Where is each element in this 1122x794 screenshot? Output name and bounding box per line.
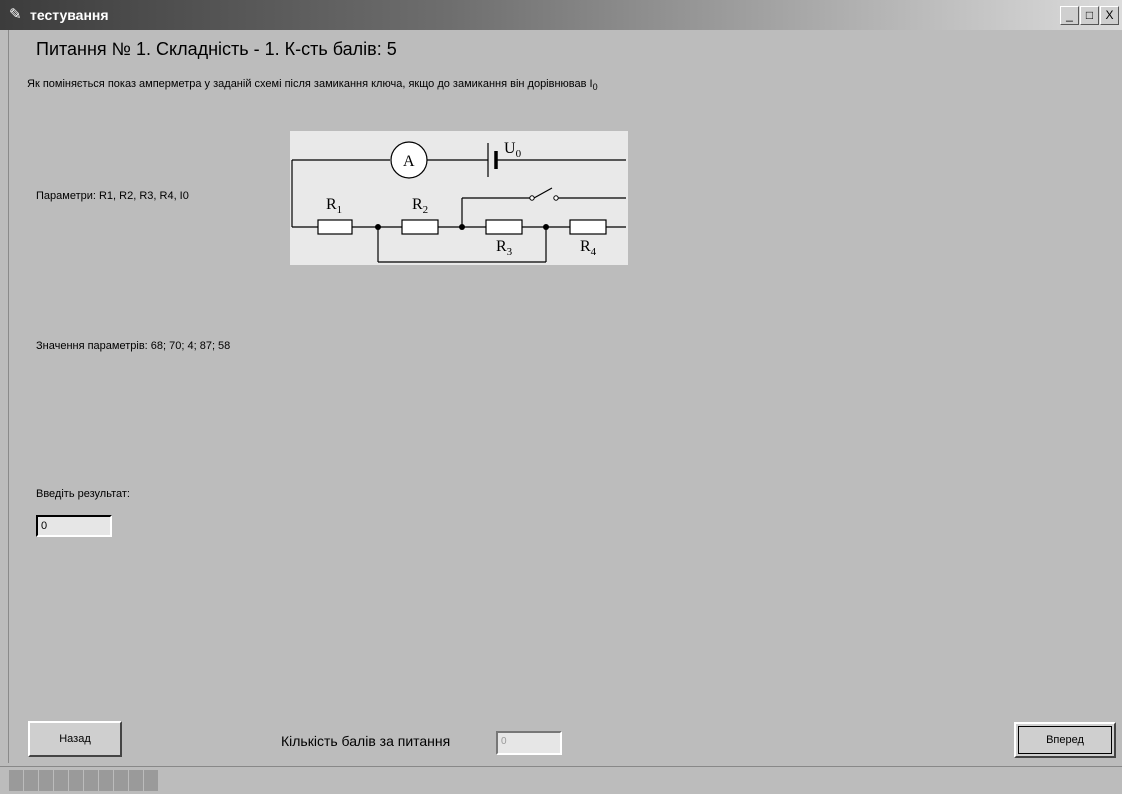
result-label: Введіть результат:	[36, 488, 130, 500]
question-text: Як поміняється показ амперметра у задані…	[27, 78, 598, 93]
next-button[interactable]: Вперед	[1014, 722, 1116, 758]
source-label: U0	[504, 140, 522, 160]
status-bar	[0, 766, 1122, 794]
minimize-button[interactable]: _	[1060, 6, 1079, 25]
resistor-r4-label: R4	[580, 238, 597, 258]
back-button[interactable]: Назад	[28, 721, 122, 757]
result-input[interactable]	[36, 515, 112, 537]
title-bar: ✎ тестування _ □ X	[0, 0, 1122, 30]
progress-segment	[114, 770, 128, 791]
resistor-r1-label: R1	[326, 196, 342, 216]
progress-segment	[129, 770, 143, 791]
app-logo-icon: ✎	[9, 6, 22, 23]
progress-segment	[144, 770, 158, 791]
progress-segment	[84, 770, 98, 791]
question-header: Питання № 1. Складність - 1. К-сть балів…	[36, 39, 397, 59]
ammeter-label: A	[403, 153, 415, 170]
progress-segment	[99, 770, 113, 791]
score-label: Кількість балів за питання	[281, 733, 451, 749]
progress-segment	[24, 770, 38, 791]
circuit-diagram: A U0 R1 R2 R3 R4	[290, 131, 628, 265]
progress-segment	[69, 770, 83, 791]
resistor-r3-label: R3	[496, 238, 513, 258]
progress-segment	[9, 770, 23, 791]
progress-segment	[54, 770, 68, 791]
maximize-button[interactable]: □	[1080, 6, 1099, 25]
close-button[interactable]: X	[1100, 6, 1119, 25]
parameter-values-text: Значення параметрів: 68; 70; 4; 87; 58	[36, 340, 231, 352]
resistor-r2-label: R2	[412, 196, 428, 216]
parameters-text: Параметри: R1, R2, R3, R4, I0	[36, 190, 189, 202]
window-title: тестування	[30, 7, 109, 23]
score-field: 0	[496, 731, 562, 755]
progress-segment	[39, 770, 53, 791]
